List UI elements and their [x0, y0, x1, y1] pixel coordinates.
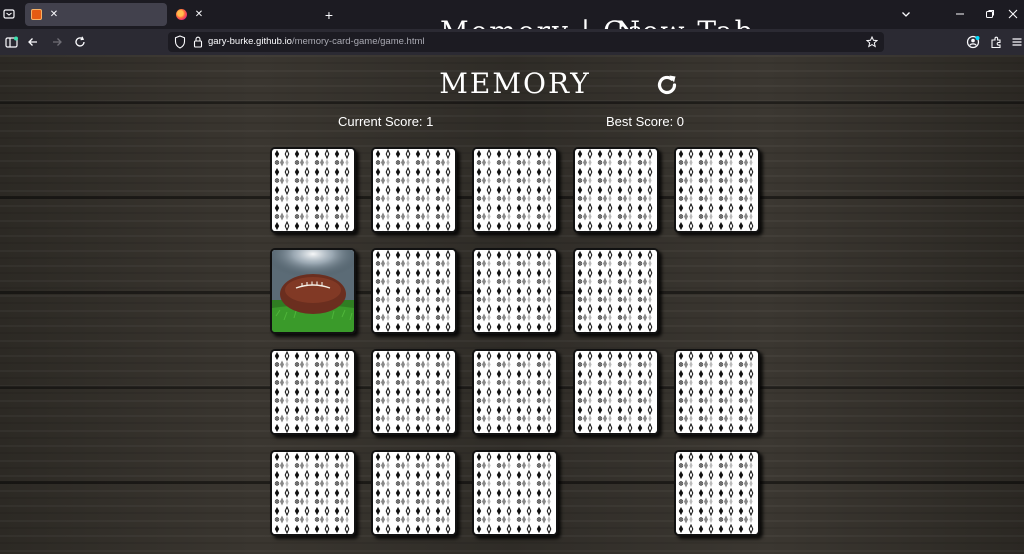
memory-card[interactable]	[270, 450, 356, 536]
card-back-pattern	[373, 149, 455, 231]
memory-card[interactable]	[674, 450, 760, 536]
card-back-pattern	[575, 149, 657, 231]
new-tab-button[interactable]: +	[320, 6, 338, 24]
memory-card[interactable]	[573, 248, 659, 334]
url-path: /memory-card-game/game.html	[291, 36, 425, 47]
game-page: MEMORY Current Score: 1 Best Score: 0	[0, 55, 1024, 554]
list-all-tabs-icon[interactable]	[898, 6, 914, 22]
memory-card[interactable]	[270, 147, 356, 233]
memory-card[interactable]	[573, 349, 659, 435]
card-back-pattern	[474, 250, 556, 332]
memory-card[interactable]	[270, 349, 356, 435]
restore-window-button[interactable]	[979, 4, 1001, 24]
card-back-pattern	[373, 452, 455, 534]
memory-card[interactable]	[472, 450, 558, 536]
card-back-pattern	[575, 351, 657, 433]
sidebar-icon[interactable]	[2, 33, 20, 51]
extensions-icon[interactable]	[987, 33, 1005, 51]
memory-card[interactable]	[472, 147, 558, 233]
tab-new-tab[interactable]: New Tab ✕	[170, 3, 753, 48]
memory-card[interactable]	[674, 147, 760, 233]
card-back-pattern	[676, 452, 758, 534]
bookmark-star-icon[interactable]	[864, 34, 880, 50]
card-back-pattern	[272, 149, 354, 231]
memory-card[interactable]	[573, 147, 659, 233]
account-icon[interactable]	[964, 33, 982, 51]
memory-card[interactable]	[371, 147, 457, 233]
card-back-pattern	[474, 452, 556, 534]
card-back-pattern	[575, 250, 657, 332]
address-bar[interactable]: gary-burke.github.io/memory-card-game/ga…	[168, 32, 884, 52]
close-window-button[interactable]	[1002, 4, 1024, 24]
minimize-window-button[interactable]	[949, 4, 971, 24]
memory-card[interactable]	[674, 349, 760, 435]
memory-card-face-up[interactable]	[270, 248, 356, 334]
card-back-pattern	[474, 149, 556, 231]
memory-favicon-icon	[31, 9, 42, 20]
close-tab-icon[interactable]: ✕	[47, 8, 61, 22]
forward-button[interactable]	[48, 33, 66, 51]
url-text[interactable]: gary-burke.github.io/memory-card-game/ga…	[208, 36, 424, 47]
back-button[interactable]	[24, 33, 42, 51]
reload-button[interactable]	[71, 33, 89, 51]
tab-strip: Memory | Game ✕ New Tab ✕ +	[0, 0, 1024, 48]
card-back-pattern	[474, 351, 556, 433]
tab-list-icon[interactable]	[2, 6, 16, 22]
memory-card[interactable]	[472, 349, 558, 435]
tab-memory-game[interactable]: Memory | Game ✕	[25, 3, 640, 48]
card-back-pattern	[676, 351, 758, 433]
navigation-toolbar: gary-burke.github.io/memory-card-game/ga…	[0, 29, 1024, 55]
card-back-pattern	[373, 351, 455, 433]
card-back-pattern	[272, 452, 354, 534]
url-host: gary-burke.github.io	[208, 36, 292, 47]
memory-card[interactable]	[371, 349, 457, 435]
app-menu-icon[interactable]	[1008, 33, 1024, 51]
current-score: Current Score: 1	[338, 114, 434, 129]
close-tab-icon[interactable]: ✕	[192, 8, 206, 22]
card-back-pattern	[272, 351, 354, 433]
memory-card[interactable]	[472, 248, 558, 334]
page-title: MEMORY	[439, 67, 591, 100]
memory-card[interactable]	[371, 248, 457, 334]
american-football-image	[272, 250, 354, 332]
tracking-protection-shield-icon[interactable]	[174, 35, 186, 49]
restart-icon	[657, 75, 677, 95]
memory-card[interactable]	[371, 450, 457, 536]
firefox-icon	[176, 9, 187, 20]
restart-button[interactable]	[653, 71, 681, 99]
lock-icon[interactable]	[192, 35, 204, 49]
best-score: Best Score: 0	[606, 114, 685, 129]
card-back-pattern	[373, 250, 455, 332]
card-back-pattern	[676, 149, 758, 231]
